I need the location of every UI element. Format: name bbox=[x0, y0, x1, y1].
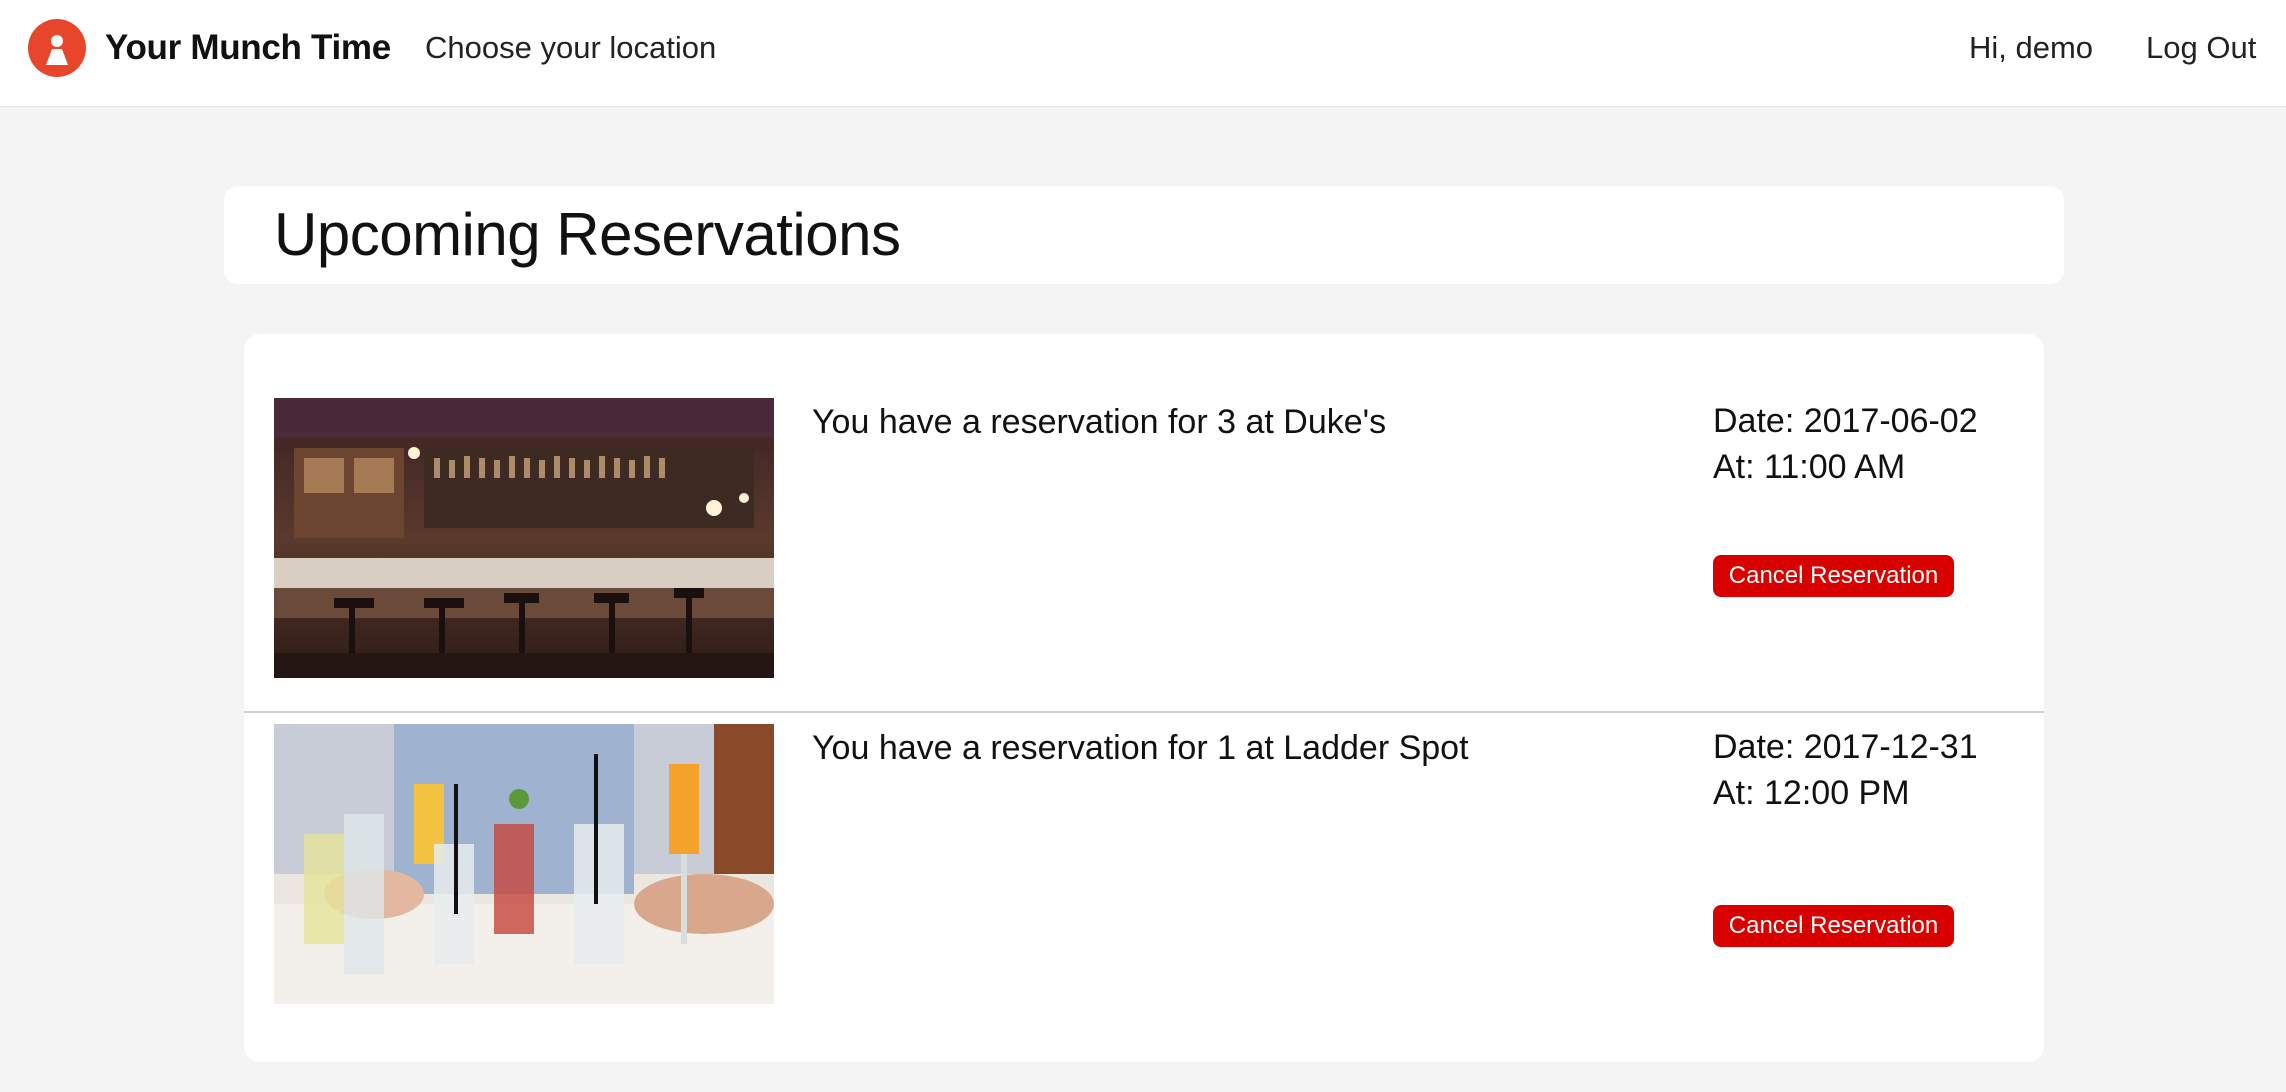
cancel-reservation-button[interactable]: Cancel Reservation bbox=[1713, 555, 1954, 597]
logout-link[interactable]: Log Out bbox=[2146, 28, 2256, 68]
reservation-datetime: Date: 2017-06-02 At: 11:00 AM bbox=[1713, 398, 1978, 490]
reservation-time: At: 12:00 PM bbox=[1713, 774, 1910, 812]
reservation-description: You have a reservation for 3 at Duke's bbox=[812, 403, 1387, 441]
cocktails-photo bbox=[274, 724, 774, 1004]
reservation-date: Date: 2017-06-02 bbox=[1713, 402, 1978, 440]
page-title: Upcoming Reservations bbox=[274, 201, 901, 268]
top-navbar: Your Munch Time Choose your location Hi,… bbox=[0, 0, 2286, 106]
bar-interior-photo bbox=[274, 398, 774, 678]
cancel-reservation-button[interactable]: Cancel Reservation bbox=[1713, 905, 1954, 947]
choose-location-link[interactable]: Choose your location bbox=[425, 28, 716, 68]
brand-name[interactable]: Your Munch Time bbox=[105, 28, 391, 68]
reservation-time: At: 11:00 AM bbox=[1713, 448, 1906, 486]
logo-icon[interactable] bbox=[28, 19, 86, 77]
page-heading-panel: Upcoming Reservations bbox=[224, 186, 2064, 284]
reservation-item: You have a reservation for 1 at Ladder S… bbox=[244, 712, 2044, 1062]
reservation-datetime: Date: 2017-12-31 At: 12:00 PM bbox=[1713, 724, 1978, 816]
reservations-list: You have a reservation for 3 at Duke's D… bbox=[244, 334, 2044, 1062]
reservation-item: You have a reservation for 3 at Duke's D… bbox=[244, 334, 2044, 684]
person-pin-icon bbox=[46, 35, 68, 65]
user-greeting: Hi, demo bbox=[1969, 30, 2094, 65]
reservation-date: Date: 2017-12-31 bbox=[1713, 728, 1978, 766]
reservation-description: You have a reservation for 1 at Ladder S… bbox=[812, 729, 1469, 767]
